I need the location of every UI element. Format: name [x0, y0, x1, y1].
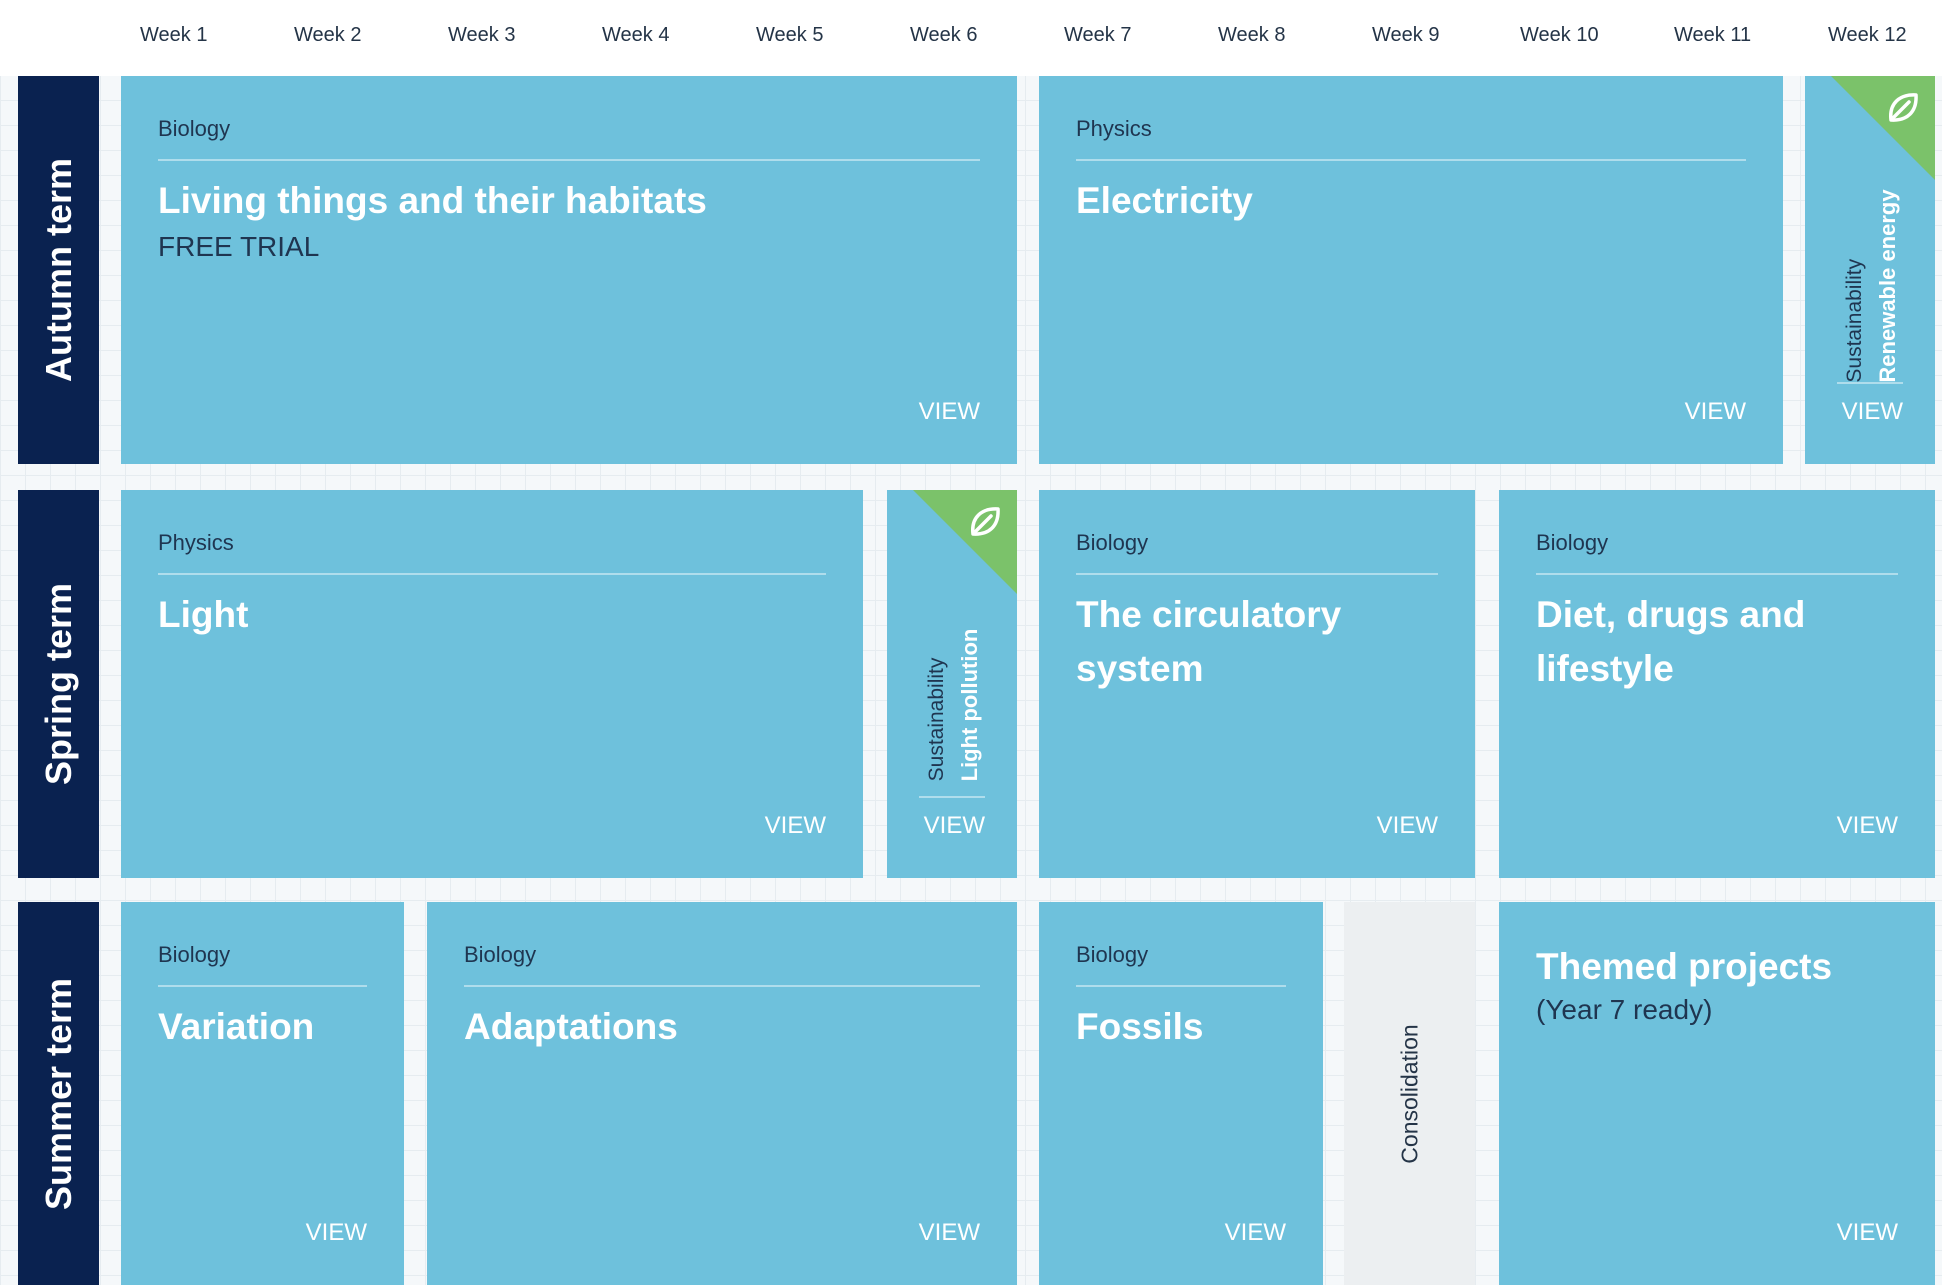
- term-bar-spring: Spring term: [18, 490, 99, 878]
- card-divider: [1076, 159, 1746, 161]
- card-divider: [919, 796, 985, 798]
- unit-card-renewable-energy[interactable]: Sustainability Renewable energy VIEW: [1805, 76, 1935, 464]
- term-bar-summer: Summer term: [18, 902, 99, 1285]
- term-label: Summer term: [37, 977, 79, 1210]
- unit-subject: Biology: [158, 942, 231, 967]
- leaf-icon: [971, 507, 1000, 536]
- unit-subject: Biology: [158, 116, 231, 141]
- unit-card-diet-drugs-lifestyle[interactable]: Biology Diet, drugs and lifestyle VIEW: [1499, 490, 1935, 878]
- unit-title: Fossils: [1076, 1006, 1204, 1047]
- unit-title: Electricity: [1076, 180, 1253, 221]
- free-trial-badge: FREE TRIAL: [158, 231, 320, 262]
- unit-category: Sustainability: [1843, 258, 1866, 383]
- week-label: Week 3: [448, 24, 516, 46]
- unit-title: Variation: [158, 1006, 315, 1047]
- unit-card-variation[interactable]: Biology Variation VIEW: [121, 902, 404, 1285]
- unit-title: Renewable energy: [1875, 189, 1900, 383]
- week-header: Week 1 Week 2 Week 3 Week 4 Week 5 Week …: [0, 0, 1942, 76]
- view-link[interactable]: VIEW: [765, 812, 826, 840]
- week-label: Week 1: [140, 24, 208, 46]
- week-label: Week 2: [294, 24, 362, 46]
- card-divider: [158, 159, 980, 161]
- card-divider: [158, 985, 367, 987]
- card-divider: [158, 573, 826, 575]
- week-label: Week 4: [602, 24, 670, 46]
- unit-title: Themed projects: [1536, 946, 1833, 987]
- unit-subject: Biology: [1076, 530, 1149, 555]
- view-link[interactable]: VIEW: [1377, 812, 1438, 840]
- card-divider: [1837, 382, 1903, 384]
- card-divider: [1536, 573, 1898, 575]
- consolidation-block: Consolidation: [1344, 902, 1475, 1285]
- unit-title: Light pollution: [957, 628, 982, 782]
- consolidation-label: Consolidation: [1396, 1023, 1422, 1164]
- week-label: Week 8: [1218, 24, 1286, 46]
- unit-card-themed-projects[interactable]: Themed projects (Year 7 ready) VIEW: [1499, 902, 1935, 1285]
- term-label: Spring term: [37, 582, 79, 786]
- unit-title: Light: [158, 594, 249, 635]
- week-label: Week 12: [1828, 24, 1907, 46]
- week-label: Week 10: [1520, 24, 1599, 46]
- unit-subject: Biology: [464, 942, 537, 967]
- week-label: Week 11: [1674, 24, 1752, 46]
- view-link[interactable]: VIEW: [1225, 1219, 1286, 1247]
- unit-note: (Year 7 ready): [1536, 994, 1713, 1025]
- vertical-label: Sustainability Light pollution: [919, 629, 985, 782]
- view-link[interactable]: VIEW: [1837, 812, 1898, 840]
- term-bar-autumn: Autumn term: [18, 76, 99, 464]
- unit-title: Diet, drugs and lifestyle: [1536, 594, 1806, 689]
- view-link[interactable]: VIEW: [924, 812, 985, 840]
- week-label: Week 9: [1372, 24, 1440, 46]
- view-link[interactable]: VIEW: [1685, 398, 1746, 426]
- unit-subject: Biology: [1536, 530, 1609, 555]
- unit-category: Sustainability: [925, 657, 948, 782]
- unit-title: The circulatory system: [1076, 594, 1342, 689]
- week-label: Week 6: [910, 24, 978, 46]
- leaf-icon: [1889, 93, 1918, 122]
- view-link[interactable]: VIEW: [919, 398, 980, 426]
- unit-card-living-things[interactable]: Biology Living things and their habitats…: [121, 76, 1017, 464]
- unit-card-light[interactable]: Physics Light VIEW: [121, 490, 863, 878]
- unit-card-circulatory-system[interactable]: Biology The circulatory system VIEW: [1039, 490, 1475, 878]
- view-link[interactable]: VIEW: [1837, 1219, 1898, 1247]
- unit-subject: Biology: [1076, 942, 1149, 967]
- card-divider: [464, 985, 980, 987]
- unit-card-electricity[interactable]: Physics Electricity VIEW: [1039, 76, 1783, 464]
- unit-card-light-pollution[interactable]: Sustainability Light pollution VIEW: [887, 490, 1017, 878]
- view-link[interactable]: VIEW: [1842, 398, 1903, 426]
- unit-title: Living things and their habitats: [158, 180, 707, 221]
- vertical-label: Sustainability Renewable energy: [1837, 189, 1903, 382]
- view-link[interactable]: VIEW: [919, 1219, 980, 1247]
- unit-title: Adaptations: [464, 1006, 678, 1047]
- week-label: Week 7: [1064, 24, 1132, 46]
- week-label: Week 5: [756, 24, 824, 46]
- card-divider: [1076, 985, 1286, 987]
- card-divider: [1076, 573, 1438, 575]
- unit-subject: Physics: [158, 530, 234, 555]
- term-label: Autumn term: [37, 158, 79, 382]
- unit-card-fossils[interactable]: Biology Fossils VIEW: [1039, 902, 1323, 1285]
- view-link[interactable]: VIEW: [306, 1219, 367, 1247]
- unit-subject: Physics: [1076, 116, 1152, 141]
- unit-card-adaptations[interactable]: Biology Adaptations VIEW: [427, 902, 1017, 1285]
